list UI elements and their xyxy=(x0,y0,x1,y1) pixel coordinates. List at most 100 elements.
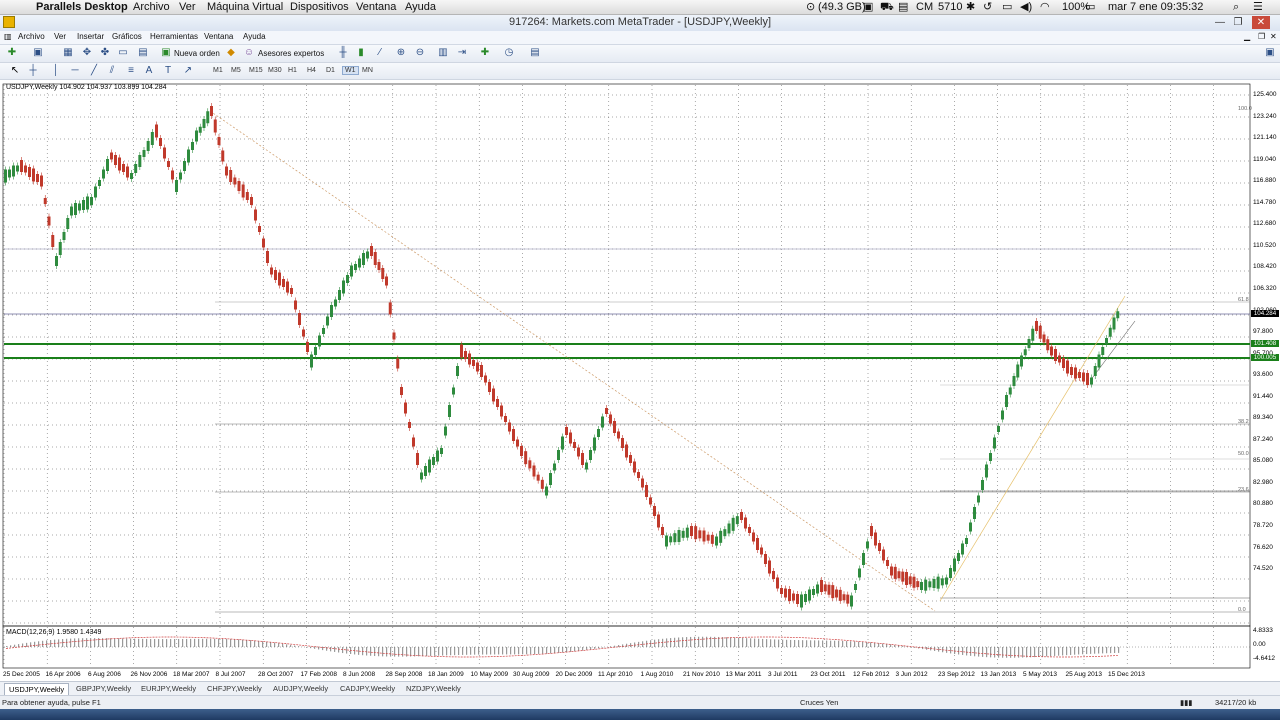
tab-usdjpy[interactable]: USDJPY,Weekly xyxy=(4,683,70,695)
battery-icon[interactable]: ▭ xyxy=(1085,0,1095,14)
mac-menu-maquina[interactable]: Máquina Virtual xyxy=(207,0,283,14)
menu-insertar[interactable]: Insertar xyxy=(77,32,104,41)
indicators-icon[interactable]: ✚ xyxy=(479,47,491,59)
fibonacci-icon[interactable]: ≡ xyxy=(125,65,137,77)
candle-body xyxy=(298,313,301,325)
tf-w1[interactable]: W1 xyxy=(342,66,359,75)
candle-body xyxy=(969,522,972,532)
experts-icon[interactable]: ☺ xyxy=(243,47,255,59)
tf-m30[interactable]: M30 xyxy=(268,67,282,74)
mac-menu-ayuda[interactable]: Ayuda xyxy=(405,0,436,14)
tf-h4[interactable]: H4 xyxy=(307,67,316,74)
menu-archivo[interactable]: Archivo xyxy=(18,32,45,41)
zoom-in-icon[interactable]: ⊕ xyxy=(395,47,407,59)
menu-ayuda[interactable]: Ayuda xyxy=(243,32,266,41)
strategy-tester-icon[interactable]: ▤ xyxy=(137,47,149,59)
volume-icon[interactable]: ◀) xyxy=(1020,0,1032,14)
macd-bar xyxy=(514,647,516,655)
candle-body xyxy=(102,169,105,179)
cursor-icon[interactable]: ↖ xyxy=(9,65,21,77)
minimize-icon[interactable]: — xyxy=(1213,16,1227,29)
candle-body xyxy=(412,437,415,447)
mac-app-name[interactable]: Parallels Desktop xyxy=(36,0,128,14)
horizontal-line-icon[interactable]: ─ xyxy=(69,65,81,77)
menu-herramientas[interactable]: Herramientas xyxy=(150,32,198,41)
menu-graficos[interactable]: Gráficos xyxy=(112,32,142,41)
navigator-icon[interactable]: ✥ xyxy=(81,47,93,59)
child-minimize-icon[interactable]: ▁ xyxy=(1244,32,1250,41)
autoscroll-icon[interactable]: ⇥ xyxy=(456,47,468,59)
new-chart-icon[interactable]: ✚ xyxy=(6,47,18,59)
text-icon[interactable]: A xyxy=(143,65,155,77)
child-close-icon[interactable]: ✕ xyxy=(1270,32,1277,41)
tile-windows-icon[interactable]: ▥ xyxy=(437,47,449,59)
candle-body xyxy=(1012,376,1016,386)
macd-bar xyxy=(178,639,180,647)
zoom-out-icon[interactable]: ⊖ xyxy=(414,47,426,59)
child-restore-icon[interactable]: ❐ xyxy=(1258,32,1265,41)
chart-icon[interactable]: ▥ xyxy=(4,32,12,41)
mac-menu-ventana[interactable]: Ventana xyxy=(356,0,396,14)
close-icon[interactable]: ✕ xyxy=(1252,16,1270,29)
mac-menu-ver[interactable]: Ver xyxy=(179,0,196,14)
line-chart-icon[interactable]: ⁄ xyxy=(374,47,386,59)
user-initials[interactable]: CM xyxy=(916,0,933,14)
tf-m1[interactable]: M1 xyxy=(213,67,223,74)
periods-icon[interactable]: ◷ xyxy=(503,47,515,59)
trendline-icon[interactable]: ╱ xyxy=(88,65,100,77)
notification-icon[interactable]: ☰ xyxy=(1253,0,1263,14)
tab-audjpy[interactable]: AUDJPY,Weekly xyxy=(269,683,332,694)
new-order-icon[interactable]: ▣ xyxy=(160,47,172,59)
tf-d1[interactable]: D1 xyxy=(326,67,335,74)
text-label-icon[interactable]: T xyxy=(162,65,174,77)
wifi-icon[interactable]: ◠ xyxy=(1040,0,1050,14)
macd-bar xyxy=(790,639,792,647)
bar-chart-icon[interactable]: ╫ xyxy=(337,47,349,59)
camera-icon[interactable]: ▣ xyxy=(863,0,873,14)
spotlight-icon[interactable]: ⌕ xyxy=(1233,0,1239,14)
memory-status[interactable]: (49.3 GB) xyxy=(818,0,866,14)
car-icon[interactable]: ⛟ xyxy=(880,0,894,14)
templates-icon[interactable]: ▤ xyxy=(529,47,541,59)
candle-body xyxy=(146,141,150,151)
mac-menu-dispositivos[interactable]: Dispositivos xyxy=(290,0,349,14)
vertical-line-icon[interactable]: │ xyxy=(50,65,62,77)
bluetooth-icon[interactable]: ✱ xyxy=(966,0,975,14)
restore-icon[interactable]: ❐ xyxy=(1231,16,1245,29)
arrows-icon[interactable]: ↗ xyxy=(182,65,194,77)
menu-ver[interactable]: Ver xyxy=(54,32,66,41)
tf-mn[interactable]: MN xyxy=(362,67,373,74)
candlestick-icon[interactable]: ▮ xyxy=(355,47,367,59)
display-icon[interactable]: ▭ xyxy=(1002,0,1012,14)
macd-bar xyxy=(742,637,744,647)
tab-cadjpy[interactable]: CADJPY,Weekly xyxy=(336,683,399,694)
tf-m5[interactable]: M5 xyxy=(231,67,241,74)
clock-icon[interactable]: ⊙ xyxy=(806,0,815,14)
chat-icon[interactable]: ▣ xyxy=(1264,47,1276,59)
datetime[interactable]: mar 7 ene 09:35:32 xyxy=(1108,0,1203,14)
menu-ventana[interactable]: Ventana xyxy=(204,32,233,41)
price-chart[interactable]: 100.0 61.8 50.0 38.2 23.6 0.0 xyxy=(0,81,1280,680)
folder-icon[interactable]: ▤ xyxy=(898,0,908,14)
metaeditor-icon[interactable]: ◆ xyxy=(225,47,237,59)
market-watch-icon[interactable]: ▦ xyxy=(62,47,74,59)
data-window-icon[interactable]: ✤ xyxy=(99,47,111,59)
channel-icon[interactable]: ⫽ xyxy=(106,65,118,77)
terminal-icon[interactable]: ▭ xyxy=(117,47,129,59)
tab-gbpjpy[interactable]: GBPJPY,Weekly xyxy=(72,683,135,694)
macd-bar xyxy=(998,647,1000,658)
chart-window[interactable]: 100.0 61.8 50.0 38.2 23.6 0.0 xyxy=(0,81,1280,680)
num-status[interactable]: 5710 xyxy=(938,0,962,14)
candle-body xyxy=(804,594,807,602)
profiles-icon[interactable]: ▣ xyxy=(32,47,44,59)
tab-eurjpy[interactable]: EURJPY,Weekly xyxy=(137,683,200,694)
crosshair-icon[interactable]: ┼ xyxy=(27,65,39,77)
expert-advisors-button[interactable]: Asesores expertos xyxy=(258,49,324,58)
mac-menu-archivo[interactable]: Archivo xyxy=(133,0,170,14)
new-order-button[interactable]: Nueva orden xyxy=(174,49,220,58)
tf-h1[interactable]: H1 xyxy=(288,67,297,74)
tf-m15[interactable]: M15 xyxy=(249,67,263,74)
tab-nzdjpy[interactable]: NZDJPY,Weekly xyxy=(402,683,465,694)
tab-chfjpy[interactable]: CHFJPY,Weekly xyxy=(203,683,266,694)
time-machine-icon[interactable]: ↺ xyxy=(983,0,992,14)
